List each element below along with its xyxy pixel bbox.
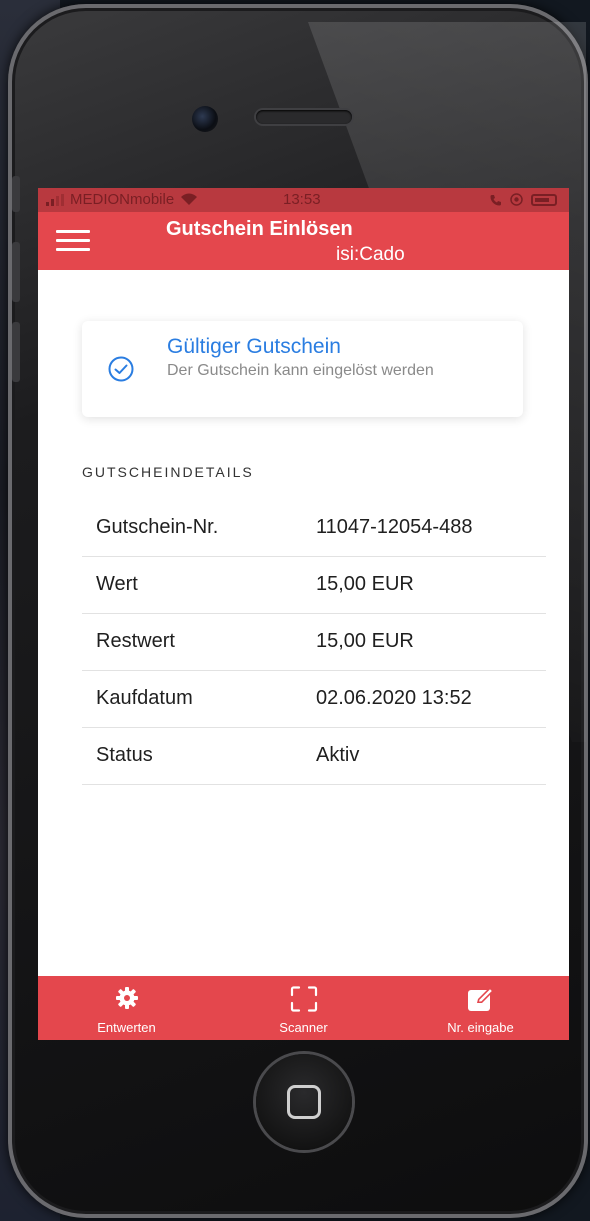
menu-icon[interactable] xyxy=(56,230,90,252)
detail-value: 11047-12054-488 xyxy=(316,516,473,538)
bottom-tab-bar: Entwerten Scanner Nr. eingabe xyxy=(38,976,569,1040)
signal-icon xyxy=(46,193,64,206)
validation-title: Gültiger Gutschein xyxy=(167,335,341,358)
status-left: MEDIONmobile xyxy=(46,191,198,208)
details-list: Gutschein-Nr. 11047-12054-488 Wert 15,00… xyxy=(82,500,546,785)
phone-icon xyxy=(490,194,501,205)
detail-value: 15,00 EUR xyxy=(316,630,414,652)
tab-label: Scanner xyxy=(279,1020,328,1035)
detail-row-value: Wert 15,00 EUR xyxy=(82,557,546,614)
detail-value: 02.06.2020 13:52 xyxy=(316,687,472,709)
edit-icon xyxy=(467,987,494,1011)
home-button[interactable] xyxy=(256,1054,352,1150)
validation-card: Gültiger Gutschein Der Gutschein kann ei… xyxy=(82,321,523,417)
detail-value: Aktiv xyxy=(316,744,360,766)
app-brand: isi:Cado xyxy=(336,244,405,265)
detail-row-voucher-number: Gutschein-Nr. 11047-12054-488 xyxy=(82,500,546,557)
scan-frame-icon xyxy=(290,986,317,1012)
tab-label: Nr. eingabe xyxy=(447,1020,514,1035)
status-right xyxy=(490,193,557,206)
tab-nr-eingabe[interactable]: Nr. eingabe xyxy=(392,976,569,1040)
tab-entwerten[interactable]: Entwerten xyxy=(38,976,215,1040)
validation-message: Der Gutschein kann eingelöst werden xyxy=(167,362,434,379)
status-bar: MEDIONmobile 13:53 xyxy=(38,188,569,212)
carrier-name: MEDIONmobile xyxy=(70,191,175,208)
tab-scanner[interactable]: Scanner xyxy=(215,976,392,1040)
detail-label: Status xyxy=(96,744,153,766)
page-title: Gutschein Einlösen xyxy=(166,218,353,240)
app-screen: MEDIONmobile 13:53 Gutschein Einlösen is… xyxy=(38,188,569,1040)
detail-label: Kaufdatum xyxy=(96,687,193,709)
app-bar: Gutschein Einlösen isi:Cado xyxy=(38,212,569,270)
detail-label: Restwert xyxy=(96,630,175,652)
mute-switch xyxy=(12,176,20,212)
status-time: 13:53 xyxy=(283,191,321,208)
volume-up-button xyxy=(12,242,20,302)
detail-label: Wert xyxy=(96,573,138,595)
battery-icon xyxy=(531,193,557,206)
tab-label: Entwerten xyxy=(97,1020,156,1035)
home-square-icon xyxy=(287,1085,321,1119)
detail-value: 15,00 EUR xyxy=(316,573,414,595)
detail-row-status: Status Aktiv xyxy=(82,728,546,785)
wifi-icon xyxy=(181,193,198,205)
lock-rotation-icon xyxy=(510,193,523,206)
detail-label: Gutschein-Nr. xyxy=(96,516,219,538)
detail-row-purchase-date: Kaufdatum 02.06.2020 13:52 xyxy=(82,671,546,728)
earpiece-speaker xyxy=(256,110,352,124)
details-section-title: GUTSCHEINDETAILS xyxy=(82,464,254,480)
gear-icon xyxy=(115,987,138,1009)
detail-row-remaining-value: Restwert 15,00 EUR xyxy=(82,614,546,671)
volume-down-button xyxy=(12,322,20,382)
check-circle-icon xyxy=(108,356,134,382)
front-camera xyxy=(192,106,218,132)
